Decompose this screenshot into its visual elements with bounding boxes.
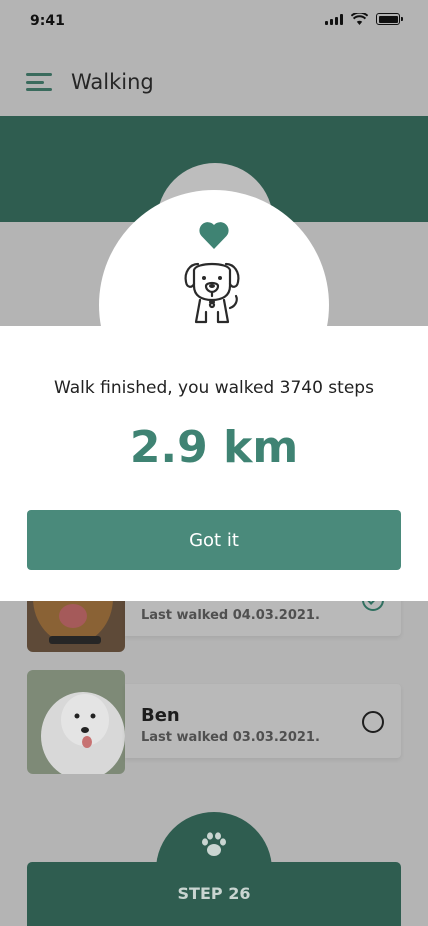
dog-icon [184, 262, 240, 324]
heart-icon [199, 222, 229, 249]
app-header: Walking [0, 54, 428, 110]
status-icons [325, 13, 403, 25]
page-title: Walking [71, 70, 154, 94]
status-bar: 9:41 [0, 0, 428, 44]
radio-icon[interactable] [362, 711, 384, 733]
walk-finished-message: Walk finished, you walked 3740 steps [54, 378, 374, 398]
step-label: STEP 26 [177, 884, 251, 903]
status-time: 9:41 [30, 13, 65, 29]
menu-icon[interactable] [26, 73, 52, 91]
paw-icon [202, 832, 226, 856]
walk-distance: 2.9 km [129, 422, 299, 473]
got-it-button[interactable]: Got it [27, 510, 401, 570]
dog-photo [27, 670, 125, 774]
step-button[interactable]: STEP 26 [27, 862, 401, 926]
dog-last-walked: Last walked 04.03.2021. [141, 608, 320, 623]
wifi-icon [351, 13, 368, 25]
dog-last-walked: Last walked 03.03.2021. [141, 730, 320, 745]
dog-info: Ben Last walked 03.03.2021. [125, 684, 401, 758]
signal-icon [325, 13, 343, 25]
dog-name: Ben [141, 705, 180, 726]
battery-icon [376, 13, 403, 25]
